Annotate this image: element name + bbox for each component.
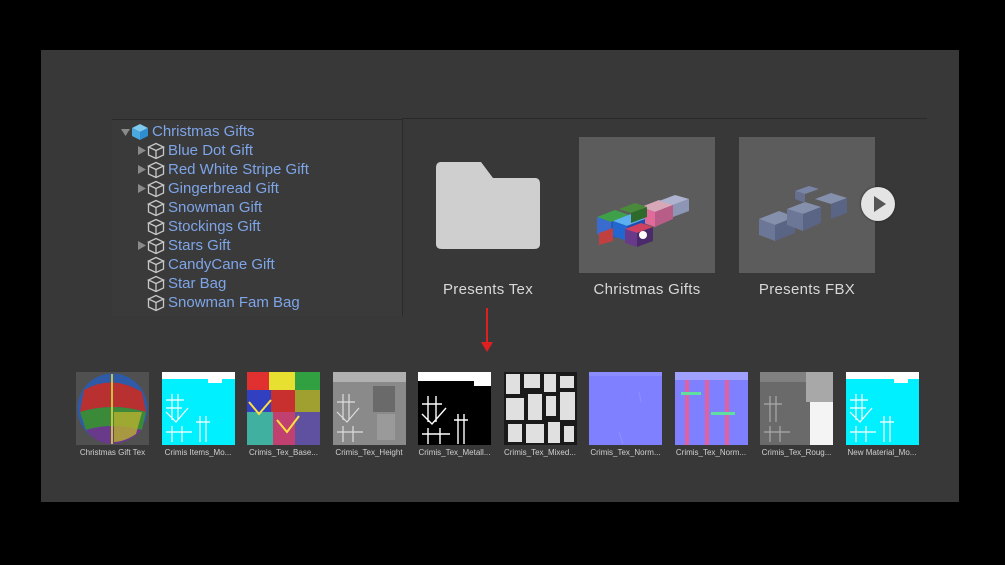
texture-label: Crimis_Tex_Height [335,448,403,457]
divider [402,118,927,119]
texture-thumbnail [760,372,833,445]
texture-thumbnail [418,372,491,445]
tree-item[interactable]: Snowman Gift [136,198,262,217]
tree-item-label: Snowman Fam Bag [168,294,300,311]
tree-item[interactable]: Blue Dot Gift [136,141,253,160]
play-icon [874,196,886,212]
asset-label: Christmas Gifts [593,281,701,298]
texture-thumbnail [845,372,919,445]
collapse-triangle-icon[interactable] [136,240,147,251]
tree-item[interactable]: Stockings Gift [136,217,261,236]
prefab-thumbnail [579,137,715,273]
texture-thumbnail [161,372,235,445]
tree-item[interactable]: Star Bag [136,274,226,293]
tree-item-label: Stars Gift [168,237,231,254]
collapse-triangle-icon[interactable] [136,164,147,175]
texture-thumbnail [589,372,662,445]
asset-label: Presents Tex [442,281,534,298]
texture-label: Crimis_Tex_Base... [249,448,318,457]
tree-item[interactable]: Snowman Fam Bag [136,293,300,312]
tree-item-label: Blue Dot Gift [168,142,254,159]
tree-item-label: Christmas Gifts [152,123,255,140]
tree-item[interactable]: Stars Gift [136,236,231,255]
folder-icon [435,160,541,250]
gameobject-cube-icon [147,180,165,198]
texture-label: New Material_Mo... [847,448,917,457]
collapse-triangle-icon[interactable] [136,183,147,194]
texture-thumbnail [247,372,320,445]
tree-item-label: Snowman Gift [168,199,263,216]
tree-item[interactable]: Red White Stripe Gift [136,160,309,179]
texture-label: Crimis_Tex_Norm... [590,448,661,457]
texture-label: Christmas Gift Tex [79,448,146,457]
asset-label: Presents FBX [758,281,856,298]
gameobject-cube-icon [147,218,165,236]
tree-item[interactable]: Gingerbread Gift [136,179,279,198]
gameobject-cube-icon [147,142,165,160]
play-button[interactable] [861,187,895,221]
texture-thumbnail [332,372,406,445]
texture-label: Crimis_Tex_Norm... [675,448,747,457]
gameobject-cube-icon [147,199,165,217]
texture-thumbnail [503,372,577,445]
gameobject-cube-icon [147,294,165,312]
tree-item[interactable]: CandyCane Gift [136,255,275,274]
gameobject-cube-icon [147,256,165,274]
collapse-triangle-icon[interactable] [136,145,147,156]
tree-item-label: Gingerbread Gift [168,180,279,197]
model-thumbnail [739,137,875,273]
hierarchy-tree: Christmas Gifts Blue Dot Gift Red White S… [112,119,403,316]
gameobject-cube-icon [147,237,165,255]
gameobject-cube-icon [147,161,165,179]
tree-item-root[interactable]: Christmas Gifts [120,122,255,141]
texture-thumbnail [674,372,748,445]
red-down-arrow-icon [481,308,493,354]
texture-thumbnail [76,372,149,445]
texture-label: Crimis_Tex_Roug... [761,448,832,457]
texture-label: Crimis_Tex_Metall... [418,448,491,457]
tree-item-label: Stockings Gift [168,218,261,235]
tree-item-label: Star Bag [168,275,227,292]
prefab-cube-icon [131,123,149,141]
gameobject-cube-icon [147,275,165,293]
tree-item-label: CandyCane Gift [168,256,275,273]
tree-item-label: Red White Stripe Gift [168,161,309,178]
texture-label: Crimis Items_Mo... [164,448,232,457]
expand-triangle-icon[interactable] [120,126,131,137]
texture-label: Crimis_Tex_Mixed... [503,448,576,457]
